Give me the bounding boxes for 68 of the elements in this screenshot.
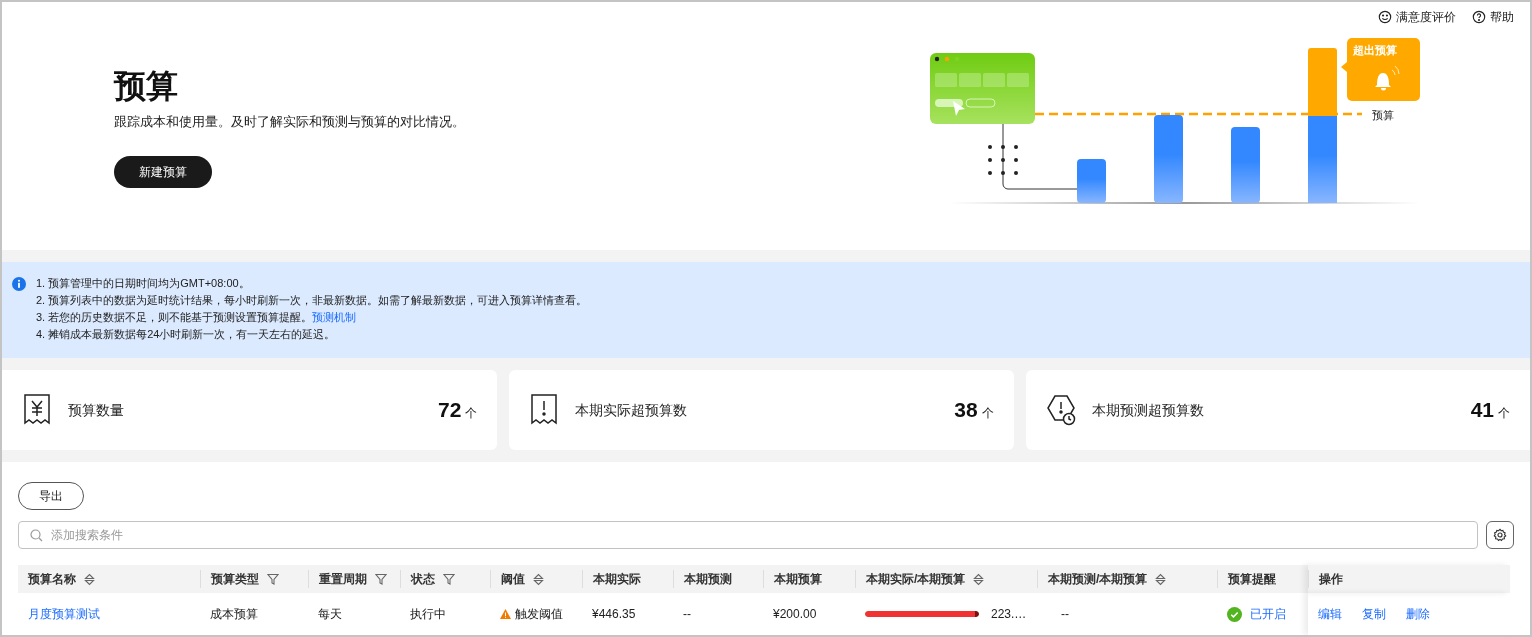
receipt-alert-icon [529, 393, 560, 427]
column-header: 本期预测 [684, 571, 732, 588]
budget-name-link[interactable]: 月度预算测试 [28, 607, 100, 621]
filter-icon[interactable] [443, 573, 455, 585]
column-header: 本期实际/本期预算 [866, 571, 966, 588]
receipt-yen-icon [22, 393, 52, 427]
reminder-status: 已开启 [1250, 606, 1286, 623]
stat-unit: 个 [1498, 405, 1510, 423]
sort-icon[interactable] [84, 572, 95, 586]
table-cell: ¥200.00 [773, 607, 817, 621]
page-subtitle: 跟踪成本和使用量。及时了解实际和预测与预算的对比情况。 [114, 113, 466, 131]
stat-label: 本期实际超预算数 [575, 400, 688, 420]
alert-clock-icon [1045, 393, 1076, 427]
column-header: 重置周期 [319, 571, 367, 588]
table-cell: 每天 [318, 607, 342, 621]
over-budget-bar [1308, 48, 1337, 118]
search-icon [30, 529, 43, 542]
threshold-status: 触发阈值 [515, 606, 563, 623]
over-budget-label: 超出预算 [1353, 43, 1397, 58]
stat-value: 72 [438, 397, 462, 424]
new-budget-button[interactable]: 新建预算 [114, 155, 212, 188]
table-cell: 成本预算 [210, 607, 258, 621]
notice-text: 1. 预算管理中的日期时间均为GMT+08:00。 [36, 276, 251, 291]
page-title: 预算 [114, 67, 179, 106]
column-header: 本期实际 [593, 571, 641, 588]
table-cell: -- [1061, 607, 1069, 621]
dot-grid-drawing [988, 145, 1018, 175]
notice-text: 3. 若您的历史数据不足，则不能基于预测设置预算提醒。预测机制 [36, 310, 358, 325]
row-action-link[interactable]: 复制 [1362, 605, 1386, 623]
column-header: 操作 [1319, 571, 1343, 588]
search-field[interactable]: 添加搜索条件 [18, 521, 1478, 549]
help-icon [1472, 10, 1486, 24]
ratio-value: 223.… [991, 606, 1027, 623]
notice-text: 4. 摊销成本最新数据每24小时刷新一次，有一天左右的延迟。 [36, 327, 337, 342]
bell-icon [1375, 65, 1400, 91]
stat-unit: 个 [465, 405, 478, 423]
chart-bar [1077, 159, 1106, 203]
stat-unit: 个 [981, 405, 994, 423]
table-cell: -- [683, 607, 691, 621]
stat-value: 41 [1470, 397, 1494, 424]
column-header: 预算提醒 [1228, 571, 1276, 588]
filter-icon[interactable] [267, 573, 279, 585]
budget-line-label: 预算 [1372, 108, 1394, 123]
table-cell: 执行中 [410, 607, 446, 621]
column-header: 预算名称 [28, 571, 76, 588]
sort-icon[interactable] [973, 572, 985, 586]
header-link[interactable]: 帮助 [1472, 8, 1514, 26]
column-header: 本期预测/本期预算 [1048, 571, 1148, 588]
column-header: 状态 [411, 571, 435, 588]
settings-button[interactable] [1486, 521, 1514, 549]
column-header: 阈值 [501, 571, 525, 588]
header-link[interactable]: 满意度评价 [1378, 8, 1456, 26]
stat-label: 本期预测超预算数 [1091, 400, 1204, 420]
column-header: 预算类型 [211, 571, 259, 588]
row-action-link[interactable]: 编辑 [1318, 605, 1342, 623]
row-action-link[interactable]: 删除 [1406, 605, 1430, 623]
filter-icon[interactable] [375, 573, 387, 585]
settings-icon [1493, 528, 1507, 542]
info-icon [12, 277, 26, 291]
stat-label: 预算数量 [68, 400, 124, 420]
stat-value: 38 [954, 397, 978, 424]
forecast-mechanism-link[interactable]: 预测机制 [312, 311, 357, 323]
table-cell: ¥446.35 [592, 607, 636, 621]
sort-icon[interactable] [533, 572, 544, 586]
smiley-icon [1378, 10, 1392, 24]
notice-text: 2. 预算列表中的数据为延时统计结果，每小时刷新一次，非最新数据。如需了解最新数据，可进入预算详情查看。 [36, 293, 588, 308]
sort-icon[interactable] [1155, 572, 1167, 586]
column-header: 本期预算 [774, 571, 822, 588]
